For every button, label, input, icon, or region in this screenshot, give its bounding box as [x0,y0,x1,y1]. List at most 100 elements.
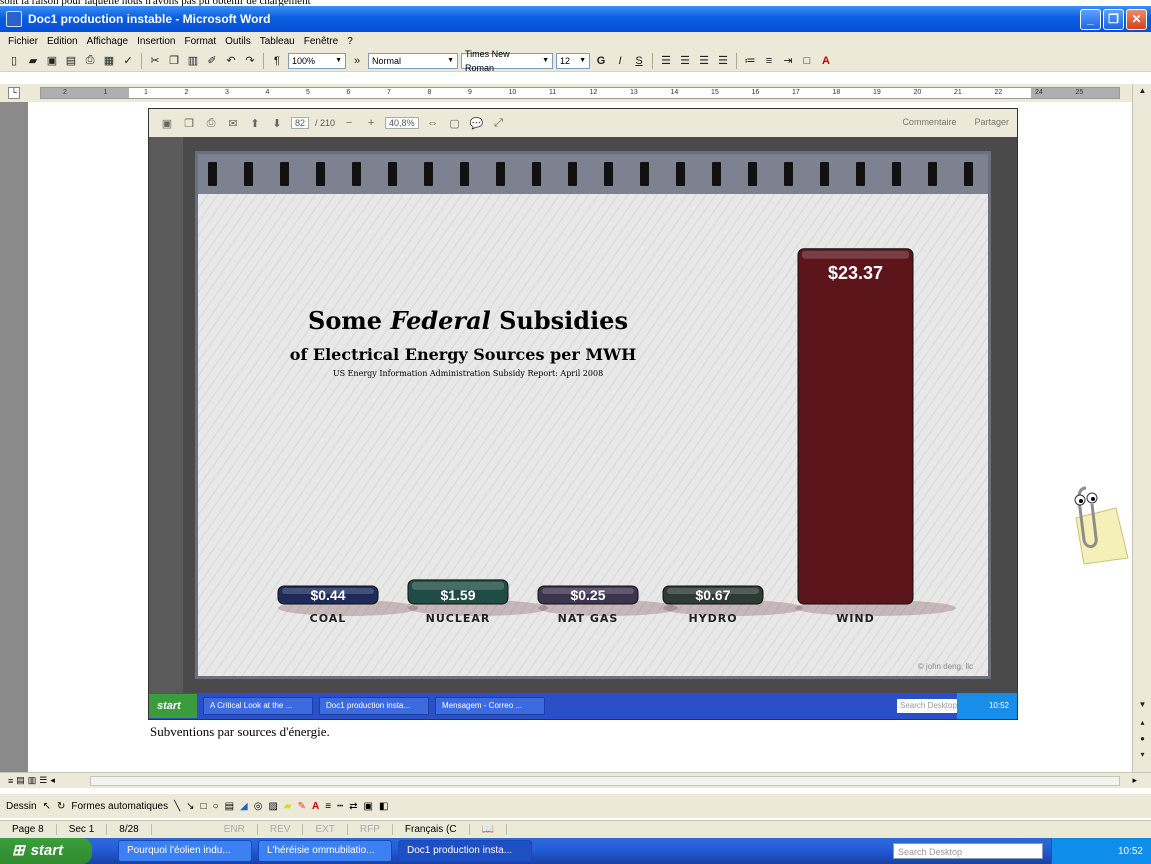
line-color-icon[interactable]: ✎ [298,801,306,812]
new-icon[interactable]: ▯ [6,53,22,69]
normal-view-icon[interactable]: ≡ [8,776,13,786]
numbering-icon[interactable]: ≔ [742,53,758,69]
web-view-icon[interactable]: ▤ [16,775,25,786]
menu-help[interactable]: ? [347,36,353,47]
undo-icon[interactable]: ↶ [223,53,239,69]
toolbar-options-icon[interactable]: » [349,53,365,69]
maximize-button[interactable]: ❐ [1103,9,1124,30]
tab-selector-icon[interactable]: └ [8,87,20,99]
browse-object-icon[interactable]: ● [1135,732,1150,746]
scroll-up-icon[interactable]: ▲ [1135,84,1150,98]
print-preview-icon[interactable]: ▦ [101,53,117,69]
indent-icon[interactable]: ⇥ [780,53,796,69]
draw-menu[interactable]: Dessin [6,801,37,812]
status-rfp[interactable]: RFP [348,824,393,835]
line-style-icon[interactable]: ≡ [325,801,331,812]
format-painter-icon[interactable]: ✐ [204,53,220,69]
diagram-icon[interactable]: ◎ [254,801,263,812]
font-color-icon[interactable]: A [818,53,834,69]
zoom-select[interactable]: 100% ▼ [288,52,346,69]
clock[interactable]: 10:52 [1118,846,1143,857]
print-layout-icon[interactable]: ▥ [28,775,37,786]
dash-style-icon[interactable]: ┅ [337,801,343,812]
clipart-icon[interactable]: ▨ [268,801,277,812]
menu-affichage[interactable]: Affichage [87,36,129,47]
status-ext[interactable]: EXT [303,824,348,835]
fit-page-icon: ▢ [449,117,460,130]
horizontal-ruler[interactable]: 2 1 1 2 3 4 5 6 7 8 9 10 11 12 13 14 15 16 17 18 19 20 21 22 24 2… [40,87,1120,99]
ruler-tick-label: 20 [913,89,922,96]
print-icon[interactable]: ⎙ [82,53,98,69]
style-select[interactable]: Normal ▼ [368,52,458,69]
arrow-icon[interactable]: ↘ [186,801,194,812]
textbox-icon[interactable]: ▤ [225,801,234,812]
open-icon[interactable]: ▰ [25,53,41,69]
menu-outils[interactable]: Outils [225,36,251,47]
font-select[interactable]: Times New Roman ▼ [461,49,553,73]
italic-icon[interactable]: I [612,53,628,69]
redo-icon[interactable]: ↷ [242,53,258,69]
rectangle-icon[interactable]: □ [201,801,207,812]
zoom-value: 100% [292,55,316,66]
status-enr[interactable]: ENR [212,824,258,835]
oval-icon[interactable]: ○ [213,801,219,812]
menu-fichier[interactable]: Fichier [8,36,38,47]
copy-icon[interactable]: ❐ [166,53,182,69]
status-language[interactable]: Français (C [393,824,470,835]
bullets-icon[interactable]: ≡ [761,53,777,69]
spiral-ring [640,162,649,186]
align-right-icon[interactable]: ☰ [696,53,712,69]
scroll-right-icon[interactable]: ▸ [1132,775,1137,786]
chart-title-part: Some [308,306,390,335]
taskbar-item-active[interactable]: Doc1 production insta... [398,840,532,862]
align-center-icon[interactable]: ☰ [677,53,693,69]
shadow-icon[interactable]: ▣ [364,801,373,812]
autoshapes-menu[interactable]: Formes automatiques [71,801,168,812]
3d-icon[interactable]: ◧ [379,801,388,812]
close-button[interactable]: ✕ [1126,9,1147,30]
menu-fenetre[interactable]: Fenêtre [304,36,338,47]
justify-icon[interactable]: ☰ [715,53,731,69]
cut-icon[interactable]: ✂ [147,53,163,69]
menu-tableau[interactable]: Tableau [260,36,295,47]
word-app-icon [6,11,22,27]
arrow-style-icon[interactable]: ⇄ [349,801,357,812]
desktop-search-input[interactable]: Search Desktop [893,843,1043,859]
menu-format[interactable]: Format [184,36,216,47]
embedded-screenshot-image[interactable]: ▣ ❐ ⎙ ✉ ⬆ ⬇ 82 / 210 − + 40,8% ⇔ ▢ 💬 ⤢ C… [148,108,1018,720]
start-button[interactable]: ⊞ start [0,838,92,864]
spelling-icon[interactable]: ✓ [120,53,136,69]
select-objects-icon[interactable]: ↖ [43,801,51,812]
fill-color-icon[interactable]: ▰ [284,801,292,812]
minimize-button[interactable]: _ [1080,9,1101,30]
paste-icon[interactable]: ▥ [185,53,201,69]
menu-edition[interactable]: Edition [47,36,78,47]
bold-icon[interactable]: G [593,53,609,69]
horizontal-scrollbar[interactable] [90,776,1120,786]
scroll-left-icon[interactable]: ◂ [50,775,55,786]
embedded-task: Mensagem - Correo ... [435,697,545,715]
border-icon[interactable]: □ [799,53,815,69]
next-page-icon[interactable]: ▾ [1135,748,1150,762]
font-size-select[interactable]: 12 ▼ [556,52,590,69]
scroll-down-icon[interactable]: ▼ [1135,698,1150,712]
status-rev[interactable]: REV [258,824,304,835]
menu-insertion[interactable]: Insertion [137,36,175,47]
permission-icon[interactable]: ▤ [63,53,79,69]
show-formatting-icon[interactable]: ¶ [269,53,285,69]
ruler-tick-label: 8 [427,89,432,96]
vertical-scrollbar[interactable]: ▲ ▼ ▴ ● ▾ [1132,84,1151,772]
spelling-status-icon[interactable]: 📖 [470,824,508,835]
save-icon[interactable]: ▣ [44,53,60,69]
align-left-icon[interactable]: ☰ [658,53,674,69]
taskbar-item[interactable]: Pourquoi l'éolien indu... [118,840,252,862]
font-color-icon[interactable]: A [312,801,319,812]
previous-page-icon[interactable]: ▴ [1135,716,1150,730]
rotate-icon[interactable]: ↻ [57,801,65,812]
underline-icon[interactable]: S [631,53,647,69]
taskbar-item[interactable]: L'héréisie ommubilatio... [258,840,392,862]
outline-view-icon[interactable]: ☰ [39,775,47,786]
office-assistant-clippy[interactable] [1066,478,1130,566]
wordart-icon[interactable]: ◢ [240,801,248,812]
line-icon[interactable]: ╲ [174,801,180,812]
